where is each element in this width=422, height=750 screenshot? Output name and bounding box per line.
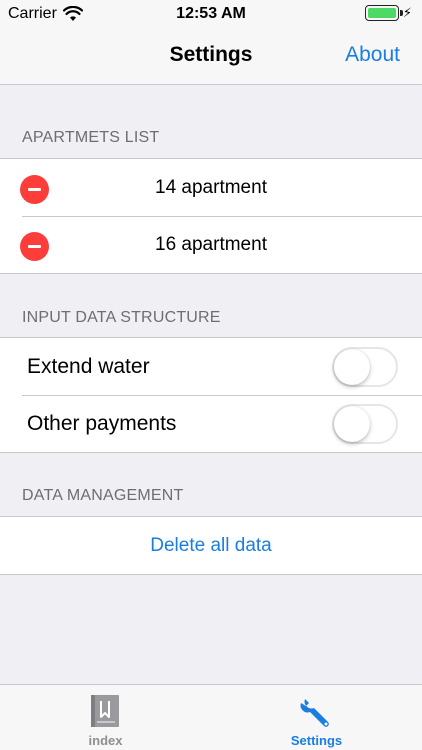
toggle-row-other-payments: Other payments <box>0 395 422 452</box>
tab-settings[interactable]: Settings <box>211 685 422 750</box>
apartments-section-header: APARTMETS LIST <box>22 129 160 146</box>
switch-knob <box>334 349 370 385</box>
battery-fill <box>367 8 396 18</box>
delete-all-row[interactable]: Delete all data <box>0 517 422 574</box>
apartment-row[interactable]: 14 apartment <box>0 159 422 216</box>
toggle-label: Extend water <box>27 354 150 378</box>
apartments-list: 14 apartment 16 apartment <box>0 158 422 274</box>
data-management-list: Delete all data <box>0 516 422 575</box>
apartment-row[interactable]: 16 apartment <box>0 216 422 273</box>
navigation-bar: Settings About <box>0 29 422 85</box>
tab-label: index <box>88 733 123 748</box>
charging-bolt-icon: ⚡ <box>402 5 412 20</box>
other-payments-switch[interactable] <box>332 404 398 444</box>
switch-knob <box>334 406 370 442</box>
battery-indicator: ⚡ <box>364 5 412 21</box>
status-bar: Carrier 12:53 AM ⚡ <box>0 0 422 29</box>
toggle-label: Other payments <box>27 411 177 435</box>
about-button[interactable]: About <box>345 43 400 67</box>
input-structure-list: Extend water Other payments <box>0 337 422 453</box>
bookmark-book-icon <box>91 695 119 727</box>
wrench-icon <box>300 699 329 727</box>
delete-all-data-button[interactable]: Delete all data <box>0 535 422 557</box>
extend-water-switch[interactable] <box>332 347 398 387</box>
tab-label: Settings <box>290 733 343 748</box>
tab-bar: index Settings <box>0 684 422 750</box>
data-management-section-header: DATA MANAGEMENT <box>22 487 184 504</box>
battery-icon <box>364 5 403 21</box>
apartment-label: 14 apartment <box>155 176 267 198</box>
tab-index[interactable]: index <box>0 685 211 750</box>
toggle-row-extend-water: Extend water <box>0 338 422 395</box>
status-time: 12:53 AM <box>176 5 246 22</box>
input-structure-section-header: INPUT DATA STRUCTURE <box>22 309 221 326</box>
apartment-label: 16 apartment <box>155 233 267 255</box>
